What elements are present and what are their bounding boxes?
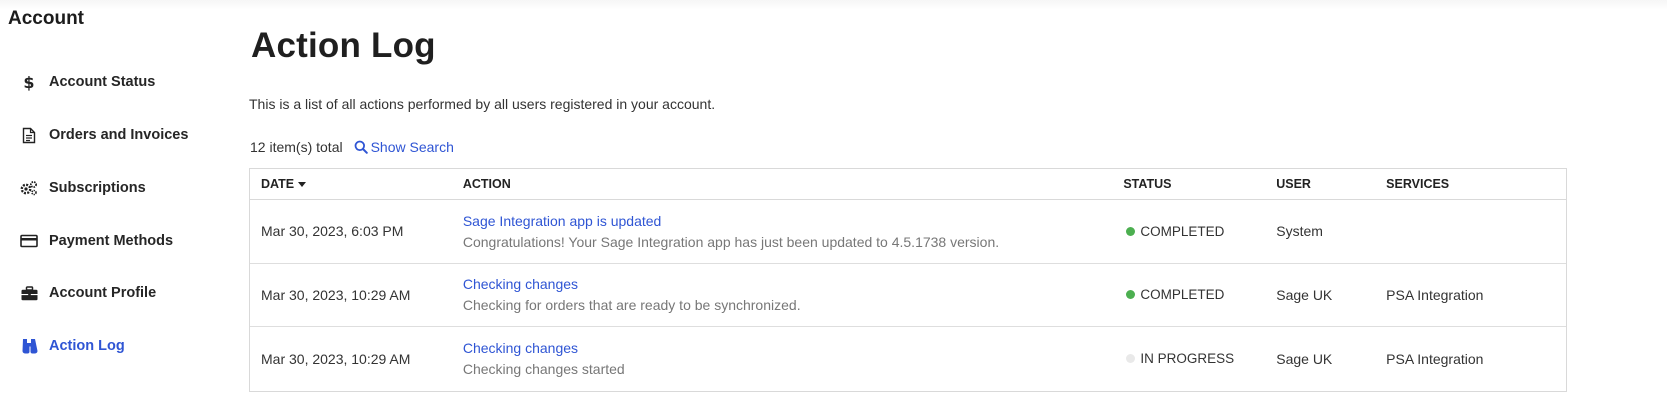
show-search-label: Show Search	[370, 139, 454, 155]
sidebar-item-account-profile[interactable]: Account Profile	[18, 278, 156, 308]
column-header-services: SERVICES	[1386, 169, 1566, 199]
sidebar-item-label: Subscriptions	[49, 180, 146, 196]
action-title-link[interactable]: Checking changes	[463, 340, 625, 356]
cell-services: PSA Integration	[1386, 350, 1484, 367]
table-row: Mar 30, 2023, 10:29 AM Checking changes …	[250, 264, 1566, 327]
action-detail: Checking for orders that are ready to be…	[462, 297, 801, 314]
cell-date: Mar 30, 2023, 6:03 PM	[261, 223, 404, 240]
sidebar-item-label: Orders and Invoices	[49, 127, 189, 143]
action-title-link[interactable]: Checking changes	[463, 276, 801, 292]
status-label: IN PROGRESS	[1140, 351, 1235, 367]
sort-descending-icon	[298, 181, 307, 187]
table-row: Mar 30, 2023, 10:29 AM Checking changes …	[250, 327, 1566, 391]
binoculars-icon	[18, 335, 40, 357]
status-dot-icon	[1126, 290, 1136, 300]
status-dot-icon	[1126, 226, 1136, 236]
status-dot-icon	[1126, 354, 1136, 364]
status-badge: IN PROGRESS	[1123, 351, 1234, 366]
column-header-date[interactable]: DATE	[250, 169, 463, 199]
table-row: Mar 30, 2023, 6:03 PM Sage Integration a…	[250, 200, 1566, 264]
total-count: 12 item(s) total	[250, 139, 343, 155]
sidebar-item-label: Action Log	[49, 338, 125, 354]
cell-services	[1386, 200, 1566, 263]
column-header-label: USER	[1276, 177, 1311, 191]
action-title-link[interactable]: Sage Integration app is updated	[463, 213, 999, 229]
sidebar-item-payment-methods[interactable]: Payment Methods	[18, 226, 173, 256]
sidebar-item-label: Account Status	[49, 74, 156, 90]
cell-user: Sage UK	[1276, 350, 1333, 367]
cell-action: Checking changes Checking changes starte…	[463, 340, 625, 377]
table-header: DATE ACTION STATUS USER SERVICES	[250, 169, 1566, 200]
cell-action: Sage Integration app is updated Congratu…	[463, 213, 999, 250]
briefcase-icon	[18, 282, 40, 304]
document-icon	[18, 124, 40, 146]
search-icon	[354, 140, 368, 154]
column-header-label: ACTION	[462, 177, 511, 191]
page-description: This is a list of all actions performed …	[249, 96, 716, 112]
sidebar-item-subscriptions[interactable]: Subscriptions	[18, 173, 146, 203]
status-label: COMPLETED	[1140, 223, 1225, 239]
column-header-action: ACTION	[463, 169, 1124, 199]
svg-text:$: $	[23, 73, 34, 91]
column-header-label: SERVICES	[1386, 177, 1450, 191]
show-search-button[interactable]: Show Search	[354, 139, 454, 155]
sidebar-title: Account	[8, 8, 84, 29]
cell-user: System	[1276, 223, 1323, 240]
top-bar	[0, 0, 1667, 10]
sidebar-item-action-log[interactable]: Action Log	[18, 331, 125, 361]
action-detail: Checking changes started	[462, 361, 625, 378]
sidebar-item-label: Payment Methods	[49, 233, 174, 249]
sidebar: Account $ Account Status Orders and Invo…	[0, 0, 230, 415]
total-count-row: 12 item(s) total Show Search	[250, 139, 454, 155]
status-badge: COMPLETED	[1123, 287, 1224, 302]
cell-action: Checking changes Checking for orders tha…	[463, 276, 801, 313]
column-header-label: STATUS	[1123, 177, 1172, 191]
page-title: Action Log	[251, 26, 436, 65]
status-label: COMPLETED	[1140, 287, 1225, 303]
sidebar-item-account-status[interactable]: $ Account Status	[18, 67, 155, 97]
action-log-table: DATE ACTION STATUS USER SERVICES Mar 30,…	[249, 168, 1567, 392]
sidebar-item-orders-and-invoices[interactable]: Orders and Invoices	[18, 120, 188, 150]
cell-date: Mar 30, 2023, 10:29 AM	[261, 350, 411, 367]
status-badge: COMPLETED	[1123, 224, 1224, 239]
column-header-label: DATE	[261, 177, 295, 191]
cell-date: Mar 30, 2023, 10:29 AM	[261, 286, 411, 303]
gears-icon	[18, 177, 40, 199]
column-header-status: STATUS	[1123, 169, 1276, 199]
cell-user: Sage UK	[1276, 286, 1333, 303]
column-header-user: USER	[1276, 169, 1386, 199]
credit-card-icon	[18, 230, 40, 252]
dollar-icon: $	[18, 71, 40, 93]
action-detail: Congratulations! Your Sage Integration a…	[462, 233, 1000, 250]
cell-services: PSA Integration	[1386, 286, 1484, 303]
sidebar-item-label: Account Profile	[49, 285, 157, 301]
